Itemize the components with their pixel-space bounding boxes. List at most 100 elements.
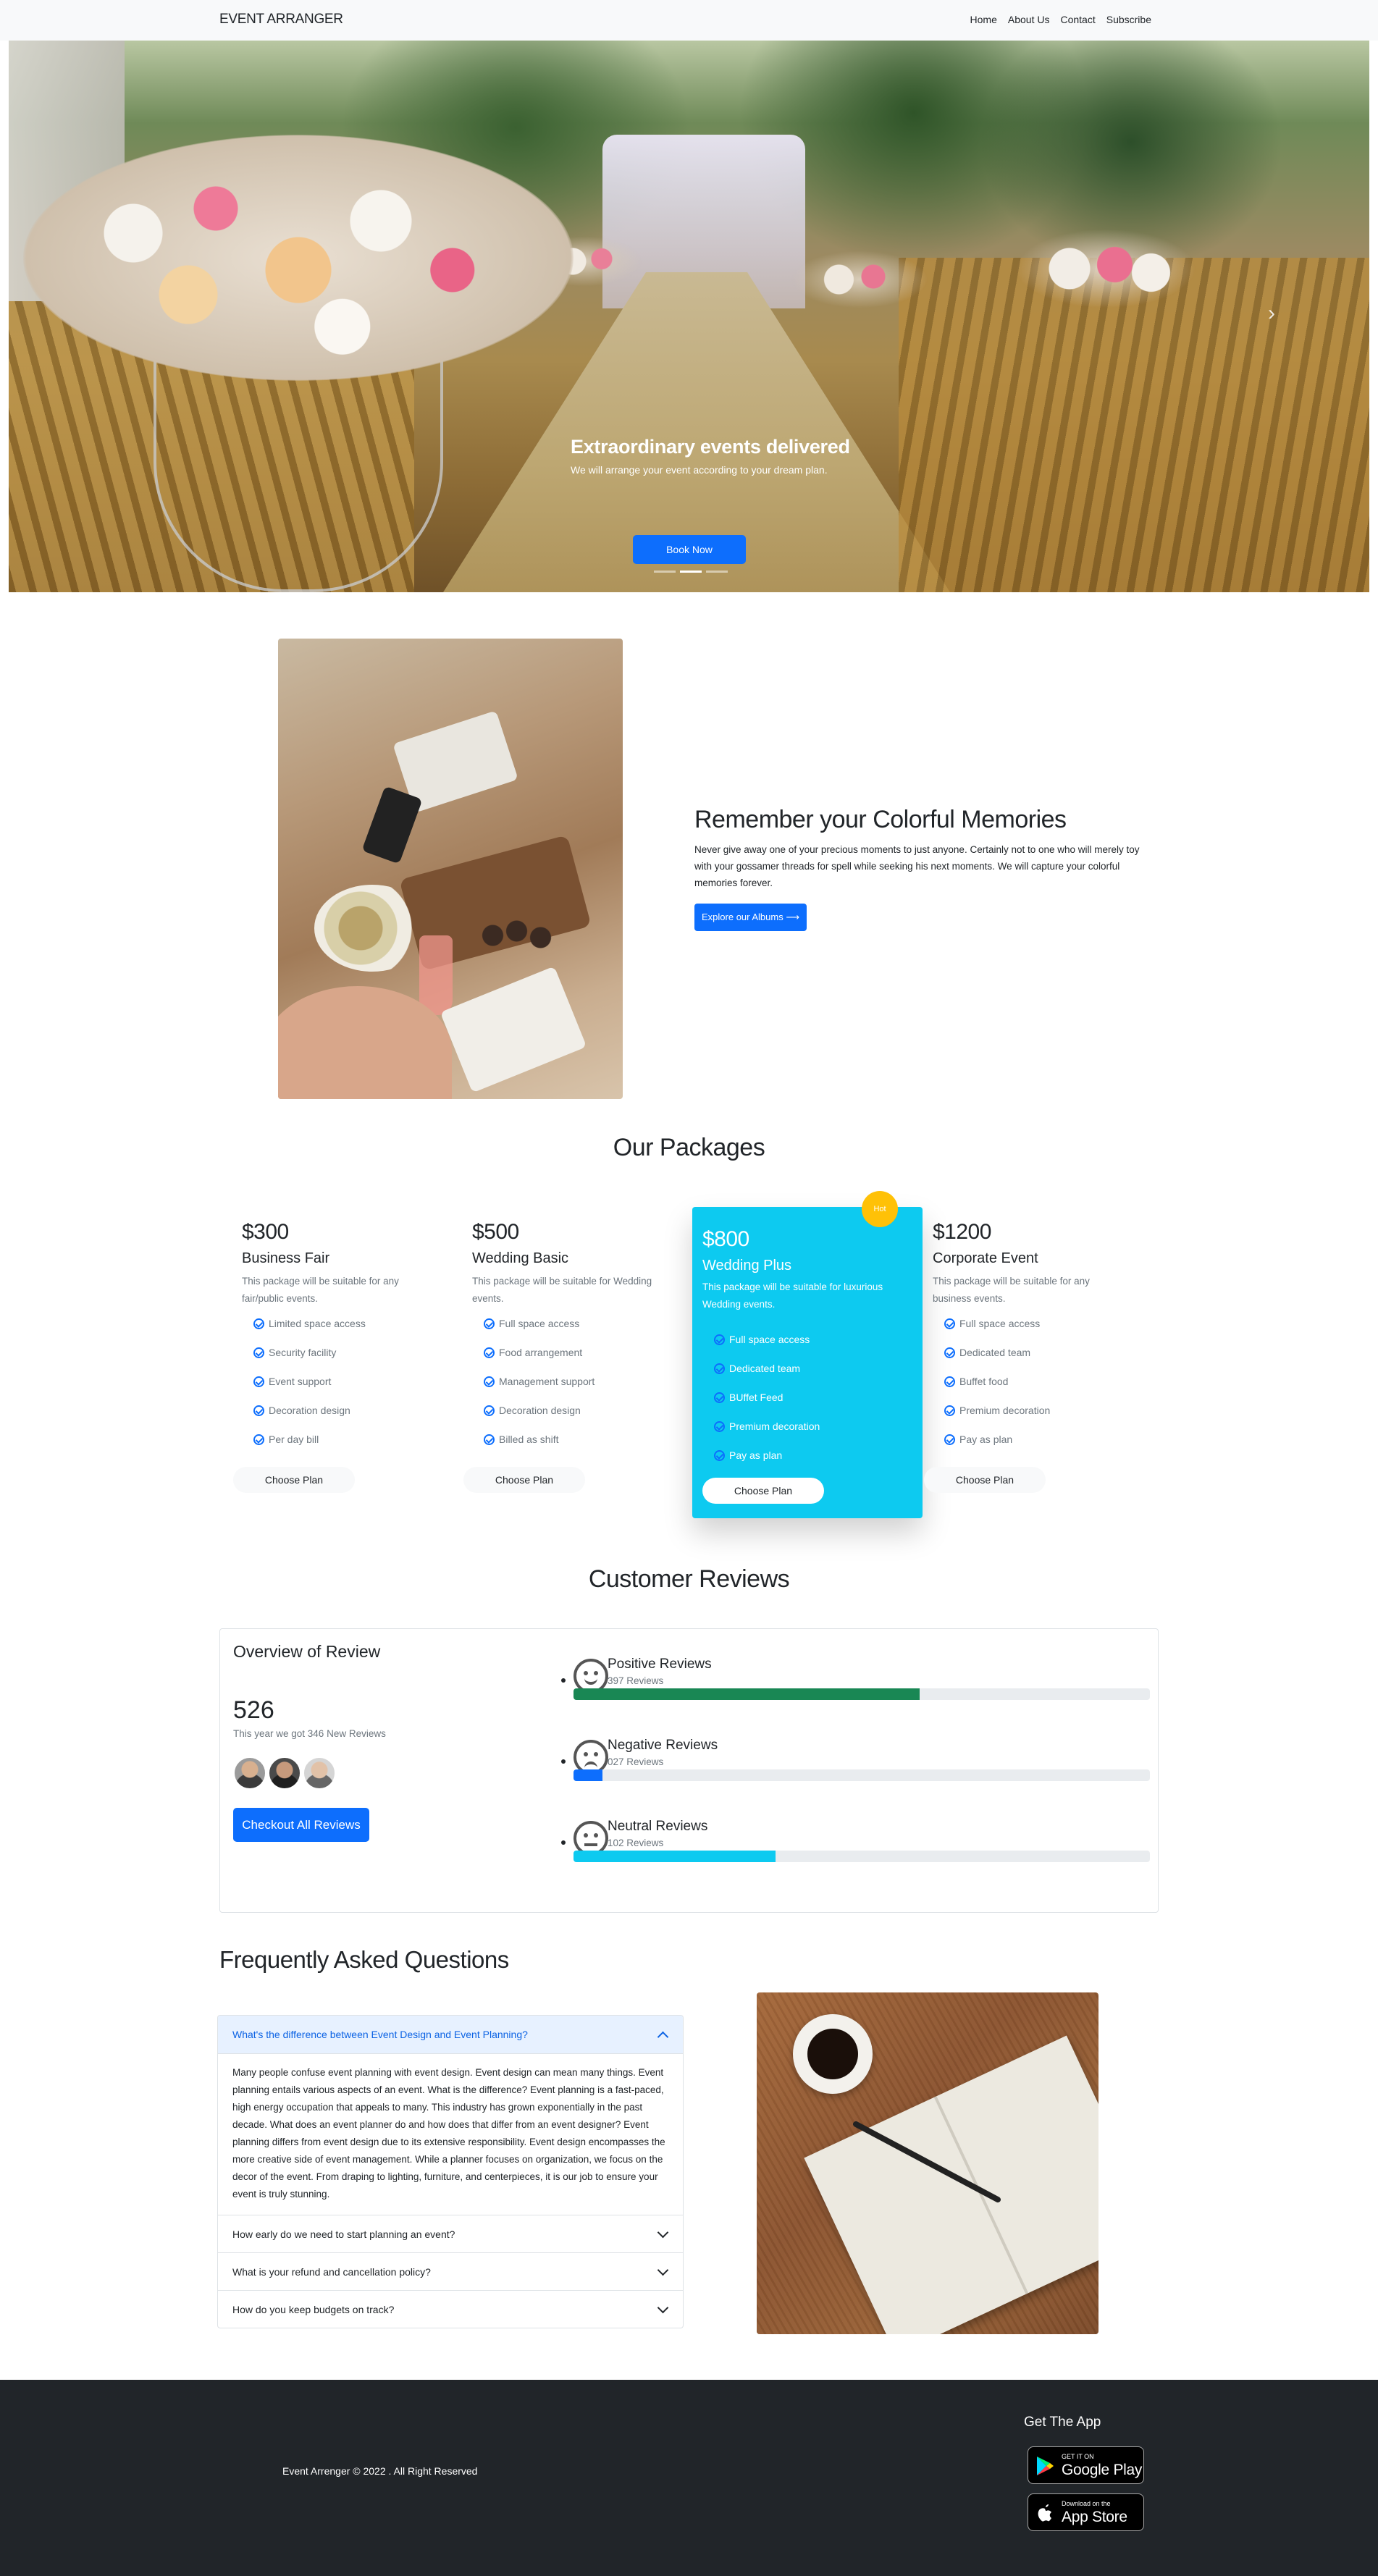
hero-image-flowers [791,251,928,308]
nav-contact-link[interactable]: Contact [1060,14,1095,25]
feature-item: BUffet Feed [714,1392,820,1420]
chevron-down-icon [657,2302,669,2314]
choose-plan-button[interactable]: Choose Plan [463,1467,585,1493]
carousel-indicator[interactable] [654,571,676,573]
faq-question-3[interactable]: What is your refund and cancellation pol… [218,2252,683,2290]
faq-title: Frequently Asked Questions [219,1946,509,1973]
check-circle-icon [253,1318,264,1329]
package-price: $1200 [933,1220,991,1244]
review-label: Negative Reviews [608,1738,718,1753]
feature-item: Dedicated team [944,1347,1050,1376]
check-circle-icon [253,1434,264,1445]
package-features: Limited space access Security facility E… [253,1318,366,1462]
feature-item: Food arrangement [484,1347,595,1376]
nav-subscribe-link[interactable]: Subscribe [1106,14,1151,25]
feature-item: Limited space access [253,1318,366,1347]
check-circle-icon [484,1405,495,1416]
check-circle-icon [944,1347,955,1358]
feature-item: Dedicated team [714,1363,820,1392]
faq-question-1[interactable]: What's the difference between Event Desi… [218,2016,683,2053]
carousel-next-icon[interactable]: › [1268,301,1275,326]
package-desc: This package will be suitable for Weddin… [472,1276,652,1304]
feature-item: Management support [484,1376,595,1405]
navbar: EVENT ARRANGER Home About Us Contact Sub… [0,0,1378,41]
check-circle-icon [484,1318,495,1329]
faq-accordion: What's the difference between Event Desi… [217,2015,684,2328]
package-price: $300 [242,1220,289,1244]
memories-image [278,639,623,1099]
review-progress-fill [574,1851,776,1862]
feature-item: Pay as plan [714,1449,820,1478]
package-desc: This package will be suitable for luxuri… [702,1281,883,1310]
package-price: $800 [702,1227,749,1251]
hero-title: Extraordinary events delivered [571,436,850,458]
faq-question-2[interactable]: How early do we need to start planning a… [218,2215,683,2252]
feature-item: Premium decoration [714,1420,820,1449]
package-desc: This package will be suitable for any fa… [242,1276,399,1304]
package-features: Full space access Dedicated team Buffet … [944,1318,1050,1462]
hero-carousel: › [9,41,1369,592]
check-circle-icon [944,1318,955,1329]
check-circle-icon [253,1347,264,1358]
package-card: $300 Business Fair This package will be … [232,1209,462,1513]
choose-plan-button[interactable]: Choose Plan [924,1467,1046,1493]
check-circle-icon [714,1334,725,1345]
chevron-up-icon [657,2031,669,2043]
footer: Event Arrenger © 2022 . All Right Reserv… [0,2380,1378,2576]
hero-caption: Extraordinary events delivered We will a… [571,436,850,476]
feature-item: Event support [253,1376,366,1405]
review-progress [574,1851,1150,1862]
check-circle-icon [944,1376,955,1387]
package-name: Wedding Basic [472,1250,569,1266]
packages-title: Our Packages [613,1134,765,1161]
app-store-big: App Store [1062,2509,1127,2525]
chevron-down-icon [657,2226,669,2239]
package-name: Business Fair [242,1250,330,1266]
package-name: Corporate Event [933,1250,1038,1266]
hero-image-stand [154,359,443,592]
choose-plan-button[interactable]: Choose Plan [233,1467,355,1493]
choose-plan-button[interactable]: Choose Plan [702,1478,824,1504]
check-circle-icon [253,1405,264,1416]
nav-home-link[interactable]: Home [970,14,997,25]
check-circle-icon [484,1376,495,1387]
reviews-card: Overview of Review 526 This year we got … [219,1628,1159,1913]
carousel-indicator[interactable] [706,571,728,573]
package-price: $500 [472,1220,519,1244]
memories-title: Remember your Colorful Memories [694,806,1067,833]
reviews-sub: This year we got 346 New Reviews [233,1728,386,1739]
review-count: 102 Reviews [608,1838,664,1848]
book-now-button[interactable]: Book Now [633,535,746,564]
avatar [303,1756,336,1790]
explore-albums-button[interactable]: Explore our Albums ⟶ [694,904,807,931]
carousel-indicator-active[interactable] [680,571,702,573]
hero-image-chairs [899,258,1369,592]
review-label: Positive Reviews [608,1657,712,1672]
check-circle-icon [714,1450,725,1461]
feature-item: Full space access [484,1318,595,1347]
faq-answer-1: Many people confuse event planning with … [218,2053,683,2215]
nav-about-link[interactable]: About Us [1008,14,1050,25]
faq-image [757,1992,1098,2334]
get-app-title: Get The App [1024,2415,1101,2430]
hot-badge: Hot [862,1191,898,1227]
avatar [233,1756,266,1790]
check-circle-icon [714,1392,725,1403]
package-desc: This package will be suitable for any bu… [933,1276,1090,1304]
faq-question-4[interactable]: How do you keep budgets on track? [218,2290,683,2328]
feature-item: Pay as plan [944,1434,1050,1462]
apple-icon [1038,2504,1051,2522]
google-play-button[interactable]: GET IT ON Google Play [1028,2446,1144,2484]
package-name: Wedding Plus [702,1258,792,1274]
feature-item: Decoration design [253,1405,366,1434]
feature-item: Billed as shift [484,1434,595,1462]
reviews-overview-heading: Overview of Review [233,1642,381,1661]
check-circle-icon [714,1363,725,1374]
checkout-reviews-button[interactable]: Checkout All Reviews [233,1808,369,1842]
brand-logo[interactable]: EVENT ARRANGER [219,12,343,28]
reviews-title: Customer Reviews [588,1565,790,1593]
feature-item: Decoration design [484,1405,595,1434]
chevron-down-icon [657,2264,669,2276]
feature-item: Per day bill [253,1434,366,1462]
app-store-button[interactable]: Download on the App Store [1028,2493,1144,2531]
